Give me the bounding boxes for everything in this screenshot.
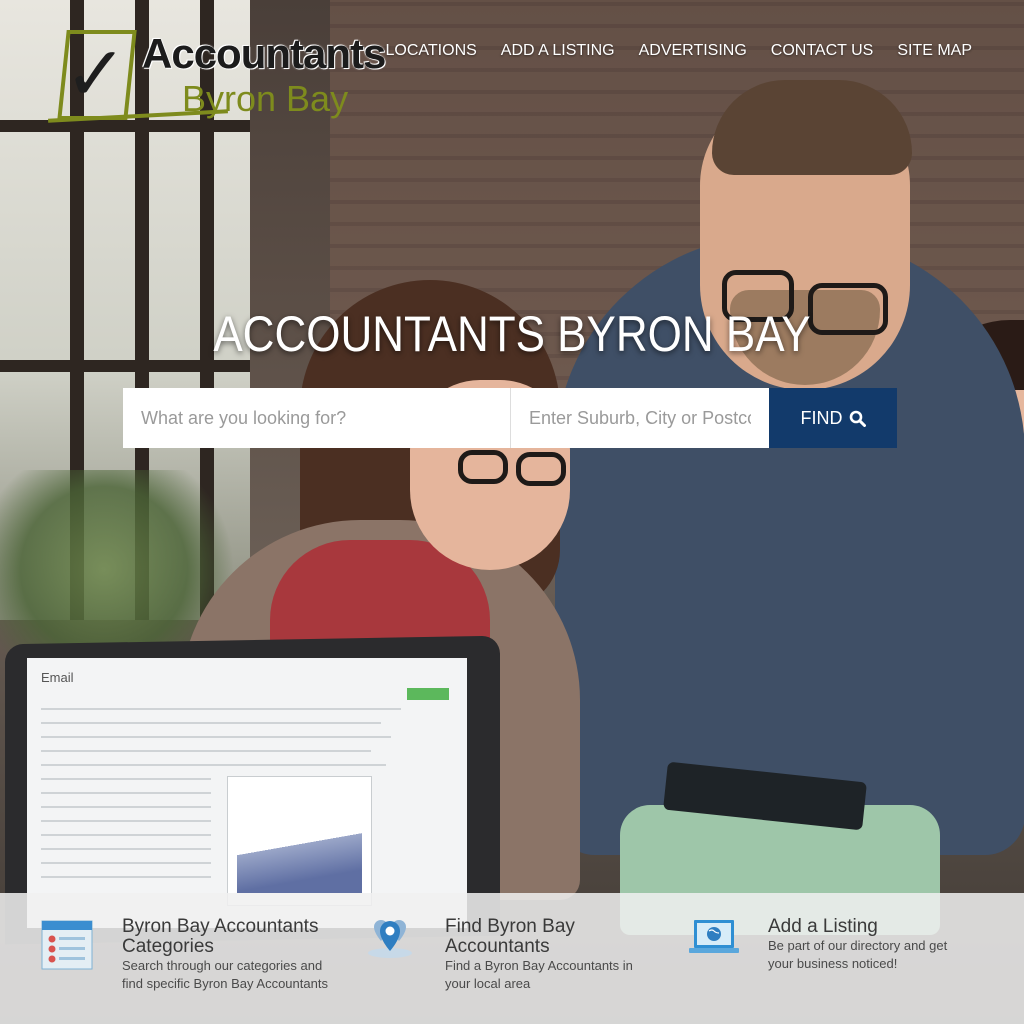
- logo-title: Accountants: [142, 30, 386, 77]
- nav-add-listing[interactable]: ADD A LISTING: [501, 42, 615, 60]
- logo-subtitle: Byron Bay: [182, 78, 349, 119]
- laptop-globe-icon: [689, 920, 739, 953]
- nav-site-map[interactable]: SITE MAP: [897, 42, 972, 60]
- hero-background-photo: Email: [0, 0, 1024, 1024]
- laptop-email-title: Email: [41, 670, 74, 685]
- site-logo[interactable]: ✓ Accountants Byron Bay: [44, 26, 386, 131]
- feature-add-listing[interactable]: Add a Listing Be part of our directory a…: [768, 917, 968, 973]
- checklist-icon: [41, 920, 93, 970]
- laptop-screen: Email: [27, 658, 467, 928]
- feature-title: Add a Listing: [768, 916, 878, 937]
- nav-contact-us[interactable]: CONTACT US: [771, 42, 874, 60]
- search-form: FIND: [123, 388, 897, 448]
- search-location-input[interactable]: [510, 388, 769, 448]
- checkmark-icon: ✓: [64, 29, 128, 118]
- search-keyword-input[interactable]: [123, 388, 510, 448]
- feature-title: Find Byron Bay Accountants: [445, 916, 575, 957]
- location-pins-icon: [368, 920, 412, 958]
- nav-advertising[interactable]: ADVERTISING: [639, 42, 747, 60]
- feature-text: Be part of our directory and get your bu…: [768, 938, 948, 971]
- page-title: ACCOUNTANTS BYRON BAY: [213, 306, 811, 362]
- search-icon: [849, 410, 866, 427]
- nav-locations[interactable]: LOCATIONS: [386, 42, 477, 60]
- main-nav: LOCATIONS ADD A LISTING ADVERTISING CONT…: [386, 42, 972, 60]
- features-strip: Byron Bay Accountants Categories Search …: [0, 893, 1024, 1024]
- feature-title: Byron Bay Accountants Categories: [122, 916, 319, 957]
- feature-find[interactable]: Find Byron Bay Accountants Find a Byron …: [445, 917, 645, 993]
- find-button[interactable]: FIND: [769, 388, 897, 448]
- feature-text: Find a Byron Bay Accountants in your loc…: [445, 958, 633, 991]
- feature-text: Search through our categories and find s…: [122, 958, 328, 991]
- feature-categories[interactable]: Byron Bay Accountants Categories Search …: [122, 917, 342, 993]
- find-button-label: FIND: [800, 407, 843, 428]
